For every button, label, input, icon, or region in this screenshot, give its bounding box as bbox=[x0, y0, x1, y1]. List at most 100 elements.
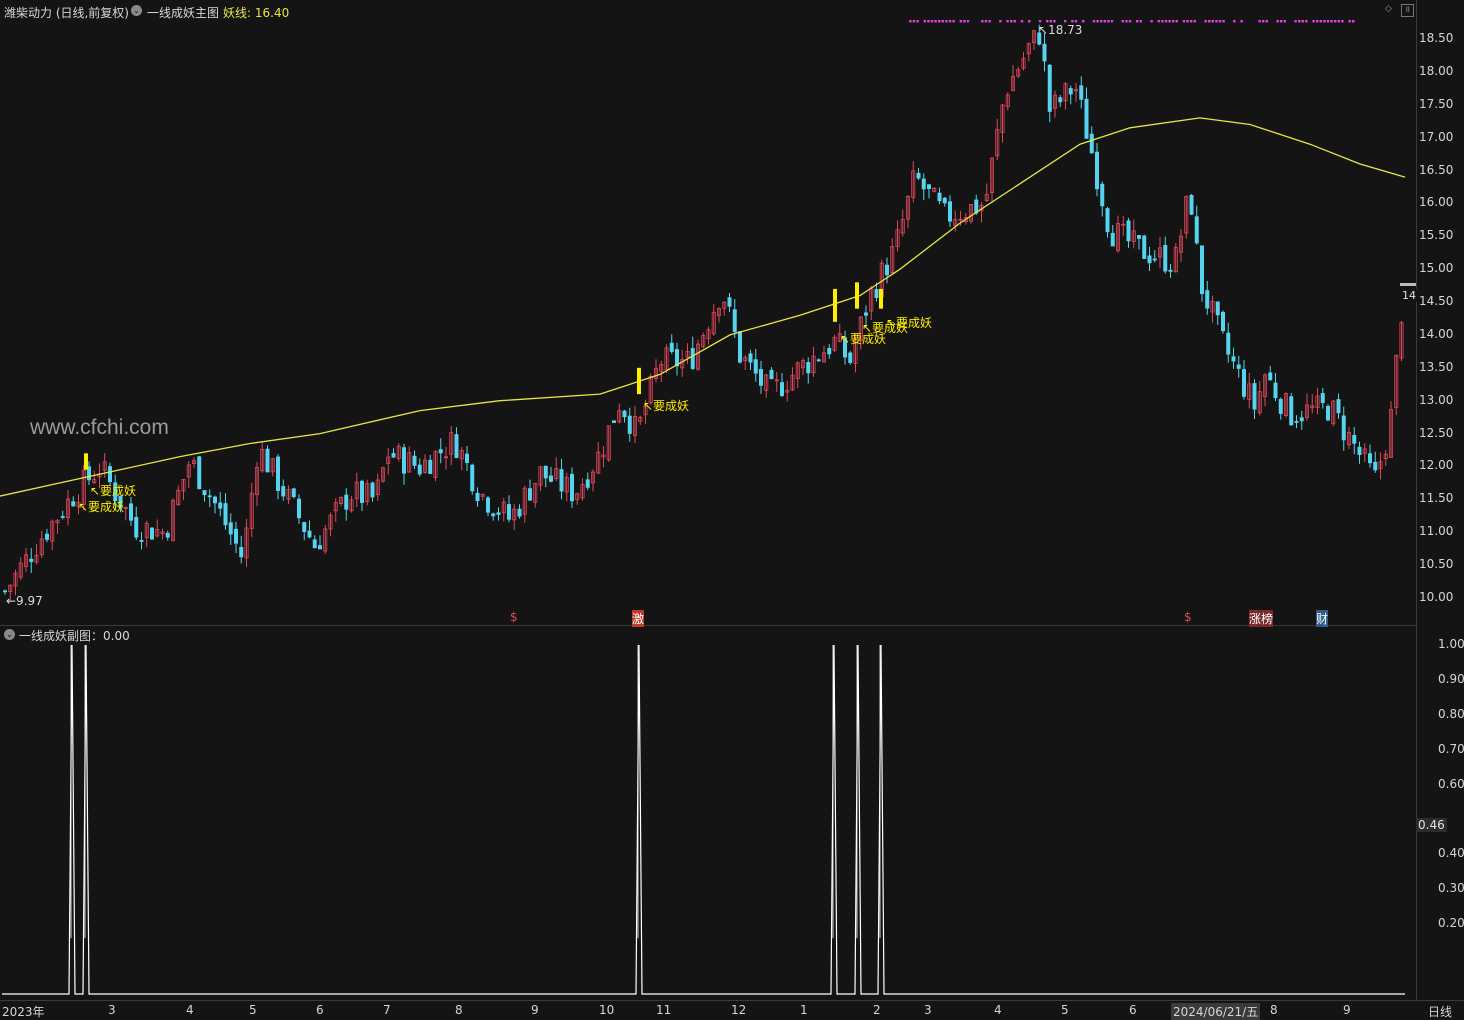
candle bbox=[459, 446, 464, 471]
top-dot bbox=[952, 20, 955, 23]
candle-body bbox=[622, 410, 627, 418]
candle bbox=[801, 358, 806, 376]
candle-body bbox=[1105, 208, 1110, 233]
signal-bar bbox=[84, 453, 88, 470]
candle-body bbox=[528, 488, 533, 501]
candle-body bbox=[517, 508, 522, 517]
event-marker[interactable]: $ bbox=[510, 610, 518, 624]
candle bbox=[533, 482, 538, 508]
top-dot bbox=[1341, 20, 1344, 23]
time-tick-label: 4 bbox=[186, 1003, 194, 1017]
candle bbox=[848, 350, 853, 365]
sub-cursor-value: 0.46 bbox=[1416, 818, 1447, 832]
price-tick-label: 14.00 bbox=[1419, 326, 1454, 341]
candle bbox=[1347, 426, 1352, 450]
period-label[interactable]: 日线 bbox=[1428, 1003, 1452, 1020]
candle bbox=[517, 504, 522, 519]
candle bbox=[396, 443, 401, 462]
sub-indicator-line bbox=[2, 644, 1405, 995]
candle bbox=[1095, 143, 1100, 197]
event-marker[interactable]: $ bbox=[1184, 610, 1192, 624]
candle-body bbox=[1373, 461, 1378, 471]
candle bbox=[1152, 250, 1157, 263]
candle-body bbox=[1341, 415, 1346, 441]
candle bbox=[1310, 394, 1315, 414]
candle bbox=[454, 427, 459, 459]
candle-body bbox=[874, 289, 879, 298]
price-tick-label: 16.50 bbox=[1419, 162, 1454, 177]
time-tick-label: 6 bbox=[1129, 1003, 1137, 1017]
top-dot bbox=[909, 20, 912, 23]
candle-body bbox=[464, 453, 469, 463]
candle bbox=[134, 506, 139, 541]
candle bbox=[1068, 85, 1073, 105]
candle-body bbox=[1194, 216, 1199, 244]
low-price-label: ←9.97 bbox=[6, 594, 43, 608]
candle bbox=[1000, 103, 1005, 143]
time-tick-label: 5 bbox=[249, 1003, 257, 1017]
top-dot bbox=[1186, 20, 1189, 23]
candle bbox=[312, 535, 317, 549]
candle-body bbox=[848, 352, 853, 363]
candle bbox=[1336, 393, 1341, 419]
candle bbox=[1284, 392, 1289, 418]
candle bbox=[832, 334, 837, 352]
signal-bar bbox=[855, 282, 859, 309]
top-dot bbox=[930, 20, 934, 23]
sub-indicator-chart[interactable] bbox=[0, 626, 1416, 1000]
price-tick-label: 12.00 bbox=[1419, 458, 1454, 473]
candle bbox=[1110, 225, 1115, 247]
top-dot bbox=[1172, 20, 1175, 23]
candle bbox=[1389, 401, 1394, 458]
candle bbox=[233, 521, 238, 554]
candle-body bbox=[948, 201, 953, 222]
candle bbox=[1315, 387, 1320, 415]
top-dot bbox=[981, 20, 984, 23]
candle bbox=[1299, 410, 1304, 430]
top-dot bbox=[1020, 20, 1024, 23]
price-tick-label: 17.50 bbox=[1419, 96, 1454, 111]
candle bbox=[900, 209, 905, 237]
candle bbox=[1210, 295, 1215, 323]
event-marker[interactable]: 涨榜 bbox=[1249, 610, 1274, 627]
time-tick-label: 4 bbox=[994, 1003, 1002, 1017]
price-cursor-marker bbox=[1400, 283, 1416, 286]
candle bbox=[774, 371, 779, 392]
candle bbox=[265, 445, 270, 473]
main-price-chart[interactable]: ↖要成妖↖要成妖↖要成妖↖要成妖↖要成妖↖要成妖↖18.73←9.97 bbox=[0, 0, 1416, 625]
candle bbox=[128, 496, 133, 526]
candle bbox=[759, 360, 764, 394]
candle bbox=[401, 443, 406, 485]
candle-body bbox=[401, 447, 406, 474]
candle-body bbox=[559, 469, 564, 492]
price-tick-label: 10.50 bbox=[1419, 557, 1454, 572]
candle-body bbox=[1147, 255, 1152, 264]
candle bbox=[443, 446, 448, 470]
candle-body bbox=[485, 497, 490, 513]
candle-body bbox=[827, 348, 832, 355]
top-dot bbox=[927, 20, 930, 23]
candle bbox=[302, 521, 307, 541]
top-dot bbox=[945, 20, 948, 23]
candle bbox=[1247, 372, 1252, 409]
candle-body bbox=[1336, 399, 1341, 414]
candle bbox=[748, 349, 753, 370]
candle bbox=[1163, 236, 1168, 274]
candle bbox=[281, 479, 286, 501]
candle bbox=[407, 446, 412, 473]
candle-body bbox=[165, 532, 170, 538]
candle-body bbox=[780, 382, 785, 396]
candle bbox=[738, 330, 743, 364]
event-marker[interactable]: 激 bbox=[632, 610, 645, 627]
candle bbox=[102, 453, 107, 478]
top-dot bbox=[1323, 20, 1326, 23]
candle-body bbox=[228, 522, 233, 535]
signal-label: ↖要成妖 bbox=[78, 500, 124, 514]
candle bbox=[496, 507, 501, 521]
candle bbox=[722, 301, 727, 316]
event-marker[interactable]: 财 bbox=[1316, 610, 1329, 627]
candle bbox=[606, 425, 611, 462]
candle-body bbox=[753, 359, 758, 374]
candle-body bbox=[344, 494, 349, 510]
candle bbox=[1341, 406, 1346, 451]
